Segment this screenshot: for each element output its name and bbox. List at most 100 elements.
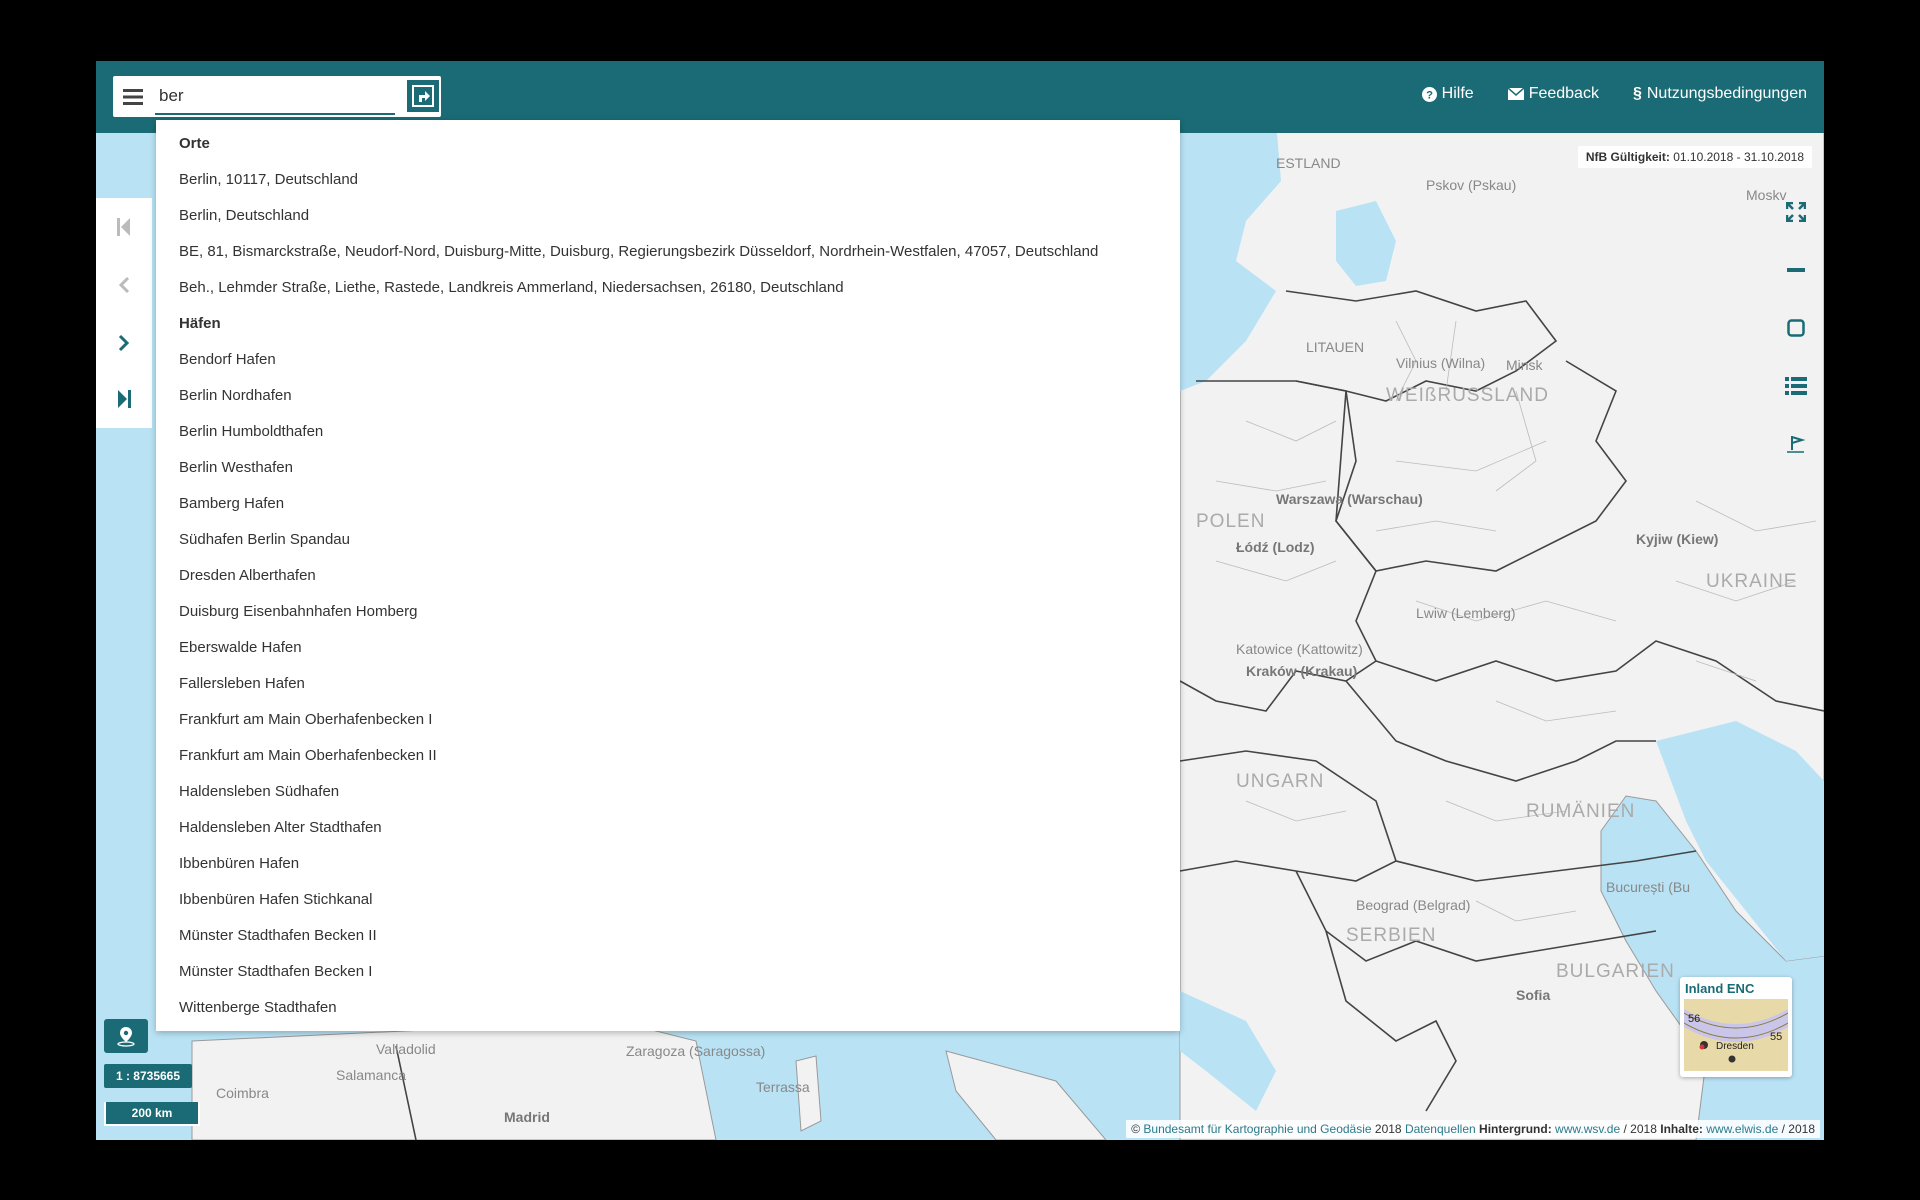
port-suggestion[interactable]: Ibbenbüren Hafen Stichkanal xyxy=(156,882,1180,918)
elwis-link[interactable]: www.elwis.de xyxy=(1706,1122,1778,1136)
place-suggestion[interactable]: BE, 81, Bismarckstraße, Neudorf-Nord, Du… xyxy=(156,234,1180,270)
search-input[interactable] xyxy=(155,79,395,115)
search-box xyxy=(113,76,441,117)
history-forward-button[interactable] xyxy=(96,318,152,368)
help-link[interactable]: ? Hilfe xyxy=(1421,85,1474,103)
svg-text:?: ? xyxy=(1426,89,1433,101)
map-label-warszawa: Warszawa (Warschau) xyxy=(1276,491,1423,507)
port-suggestion[interactable]: Bendorf Hafen xyxy=(156,342,1180,378)
map-label-kyjiw: Kyjiw (Kiew) xyxy=(1636,531,1719,547)
map-label-valladolid: Valladolid xyxy=(376,1041,436,1057)
route-button[interactable] xyxy=(407,80,439,112)
place-suggestion[interactable]: Beh., Lehmder Straße, Liethe, Rastede, L… xyxy=(156,270,1180,306)
wsv-link[interactable]: www.wsv.de xyxy=(1555,1122,1620,1136)
map-label-bucuresti: București (Bu xyxy=(1606,879,1691,895)
ports-list: Bendorf Hafen Berlin Nordhafen Berlin Humb… xyxy=(156,342,1180,1026)
map-label-krakow: Kraków (Krakau) xyxy=(1246,663,1358,679)
measure-flag-button[interactable] xyxy=(1768,419,1824,469)
map-label-polen: POLEN xyxy=(1196,511,1266,532)
header-links: ? Hilfe Feedback § Nutzungsbedingungen xyxy=(1421,85,1807,103)
layer-list-button[interactable] xyxy=(1768,361,1824,411)
scale-bar: 200 km xyxy=(104,1102,200,1126)
skip-first-icon xyxy=(117,218,130,236)
port-suggestion[interactable]: Berlin Humboldthafen xyxy=(156,414,1180,450)
inland-enc-switcher[interactable]: Inland ENC 56 55 Dresden xyxy=(1680,977,1792,1077)
port-suggestion[interactable]: Münster Stadthafen Becken II xyxy=(156,918,1180,954)
bkg-link[interactable]: Bundesamt für Kartographie und Geodäsie xyxy=(1143,1122,1371,1136)
port-suggestion[interactable]: Südhafen Berlin Spandau xyxy=(156,522,1180,558)
map-application: ESTLAND Pskov (Pskau) Moskv LITAUEN WEIß… xyxy=(96,61,1824,1140)
feedback-link[interactable]: Feedback xyxy=(1507,85,1599,103)
port-suggestion[interactable]: Haldensleben Alter Stadthafen xyxy=(156,810,1180,846)
flag-icon xyxy=(1787,436,1806,453)
land-iberia xyxy=(191,1020,717,1140)
map-tools xyxy=(1768,187,1824,453)
port-suggestion[interactable]: Münster Stadthafen Becken I xyxy=(156,954,1180,990)
port-suggestion[interactable]: Dresden Alberthafen xyxy=(156,558,1180,594)
copyright-sign: © xyxy=(1131,1122,1141,1136)
place-suggestion[interactable]: Berlin, 10117, Deutschland xyxy=(156,162,1180,198)
map-label-vilnius: Vilnius (Wilna) xyxy=(1396,355,1486,371)
map-label-bulgarien: BULGARIEN xyxy=(1556,961,1675,982)
map-label-belgrad: Beograd (Belgrad) xyxy=(1356,897,1471,913)
map-label-weissrussland: WEIßRUSSLAND xyxy=(1386,385,1549,406)
places-heading: Orte xyxy=(179,135,210,152)
port-suggestion[interactable]: Berlin Westhafen xyxy=(156,450,1180,486)
terms-link-label: Nutzungsbedingungen xyxy=(1646,85,1807,102)
map-label-pskov: Pskov (Pskau) xyxy=(1426,177,1517,193)
place-suggestion[interactable]: Berlin, Deutschland xyxy=(156,198,1180,234)
port-suggestion[interactable]: Duisburg Eisenbahnhafen Homberg xyxy=(156,594,1180,630)
skip-last-icon xyxy=(118,390,131,408)
attribution: © Bundesamt für Kartographie und Geodäsi… xyxy=(1126,1120,1820,1138)
history-last-button[interactable] xyxy=(96,374,152,424)
port-suggestion[interactable]: Eberswalde Hafen xyxy=(156,630,1180,666)
enc-city: Dresden xyxy=(1716,1041,1754,1052)
map-label-madrid: Madrid xyxy=(504,1109,550,1125)
datasources-link[interactable]: Datenquellen xyxy=(1405,1122,1476,1136)
paragraph-icon: § xyxy=(1632,85,1642,102)
history-navigation xyxy=(96,198,152,428)
chevron-right-icon xyxy=(118,334,130,352)
route-arrow-icon xyxy=(412,85,434,107)
search-suggestions: Orte Berlin, 10117, Deutschland Berlin, D… xyxy=(156,120,1180,1031)
port-suggestion[interactable]: Berlin Nordhafen xyxy=(156,378,1180,414)
port-suggestion[interactable]: Frankfurt am Main Oberhafenbecken I xyxy=(156,702,1180,738)
port-suggestion[interactable]: Haldensleben Südhafen xyxy=(156,774,1180,810)
port-suggestion[interactable]: Fallersleben Hafen xyxy=(156,666,1180,702)
port-suggestion[interactable]: Bamberg Hafen xyxy=(156,486,1180,522)
port-suggestion[interactable]: Ibbenbüren Hafen xyxy=(156,846,1180,882)
chevron-left-icon xyxy=(118,276,130,294)
locate-button[interactable] xyxy=(104,1019,148,1053)
history-first-button[interactable] xyxy=(96,202,152,252)
question-circle-icon: ? xyxy=(1421,86,1437,102)
map-label-katowice: Katowice (Kattowitz) xyxy=(1236,641,1363,657)
square-icon xyxy=(1787,319,1805,337)
map-label-zaragoza: Zaragoza (Saragossa) xyxy=(626,1043,766,1059)
map-pin-icon xyxy=(117,1027,135,1047)
zoom-out-button[interactable] xyxy=(1768,245,1824,295)
fullscreen-button[interactable] xyxy=(1768,187,1824,237)
port-suggestion[interactable]: Frankfurt am Main Oberhafenbecken II xyxy=(156,738,1180,774)
map-label-ungarn: UNGARN xyxy=(1236,771,1325,792)
validity-badge: NfB Gültigkeit: 01.10.2018 - 31.10.2018 xyxy=(1577,146,1812,168)
attrib-year-1: 2018 xyxy=(1374,1122,1402,1136)
map-label-rumaenien: RUMÄNIEN xyxy=(1526,801,1636,822)
terms-link[interactable]: § Nutzungsbedingungen xyxy=(1633,85,1807,103)
places-list: Berlin, 10117, Deutschland Berlin, Deutsc… xyxy=(156,162,1180,306)
layer-frame-button[interactable] xyxy=(1768,303,1824,353)
minus-icon xyxy=(1787,268,1805,272)
map-label-salamanca: Salamanca xyxy=(336,1067,407,1083)
history-back-button[interactable] xyxy=(96,260,152,310)
map-label-ukraine: UKRAINE xyxy=(1706,571,1798,592)
port-suggestion[interactable]: Wittenberge Stadthafen xyxy=(156,990,1180,1026)
map-label-lviv: Lwiw (Lemberg) xyxy=(1416,605,1516,621)
validity-value: 01.10.2018 - 31.10.2018 xyxy=(1673,150,1804,164)
inland-enc-title: Inland ENC xyxy=(1685,981,1755,996)
map-label-serbien: SERBIEN xyxy=(1346,925,1437,946)
map-label-coimbra: Coimbra xyxy=(216,1085,269,1101)
hamburger-icon xyxy=(123,88,143,105)
map-label-terrassa: Terrassa xyxy=(756,1079,810,1095)
map-label-minsk: Minsk xyxy=(1506,357,1543,373)
menu-button[interactable] xyxy=(113,76,153,117)
map-label-sofia: Sofia xyxy=(1516,987,1551,1003)
